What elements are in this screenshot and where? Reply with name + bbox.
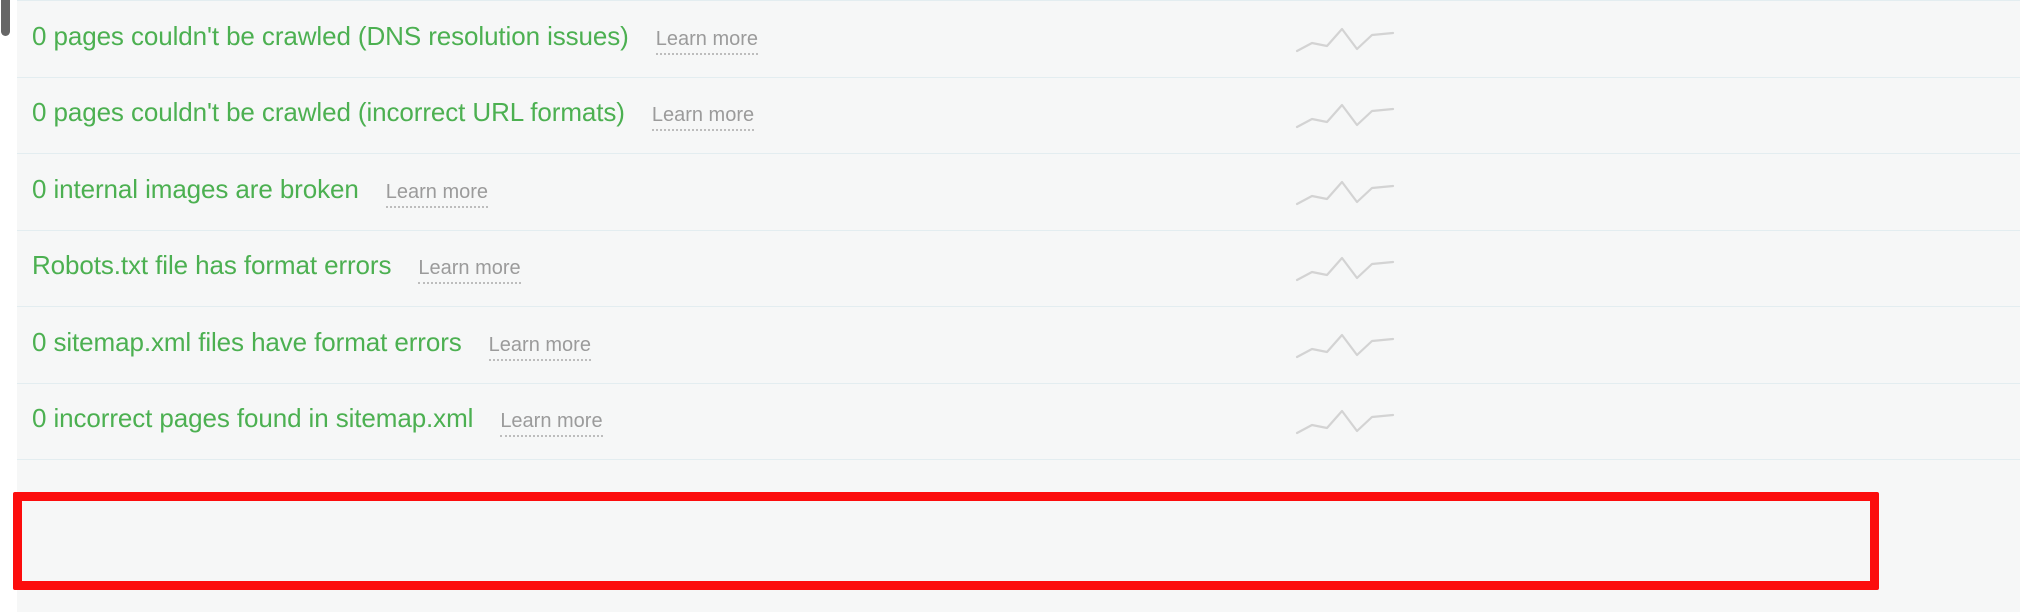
issue-row-content: 0 pages couldn't be crawled (incorrect U…: [17, 97, 755, 132]
trend-sparkline: [1295, 251, 1395, 285]
issue-row-content: 0 sitemap.xml files have format errors L…: [17, 329, 591, 361]
trend-sparkline: [1295, 22, 1395, 56]
vertical-scrollbar-thumb[interactable]: [1, 0, 10, 36]
vertical-scrollbar[interactable]: [0, 0, 11, 612]
issue-row[interactable]: 0 pages couldn't be crawled (incorrect U…: [17, 76, 2020, 153]
learn-more-link[interactable]: Learn more: [385, 182, 489, 208]
learn-more-link[interactable]: Learn more: [488, 335, 591, 361]
issue-row[interactable]: 0 internal images are broken Learn more: [17, 153, 2020, 230]
learn-more-link[interactable]: Learn more: [651, 105, 755, 132]
issue-label: 0 sitemap.xml files have format errors: [32, 326, 462, 357]
trend-sparkline: [1295, 404, 1395, 438]
issue-row[interactable]: 0 sitemap.xml files have format errors L…: [17, 306, 2020, 383]
issue-label: 0 internal images are broken: [32, 173, 359, 204]
issue-label: 0 incorrect pages found in sitemap.xml: [32, 403, 474, 434]
learn-more-link[interactable]: Learn more: [500, 411, 603, 438]
issue-list: 0 pages couldn't be crawled (DNS resolut…: [17, 0, 2020, 612]
issue-row[interactable]: Robots.txt file has format errors Learn …: [17, 229, 2020, 306]
trend-sparkline: [1295, 175, 1395, 209]
trend-sparkline: [1295, 98, 1395, 132]
issue-row-content: 0 pages couldn't be crawled (DNS resolut…: [17, 20, 759, 55]
issue-row-highlighted[interactable]: 0 incorrect pages found in sitemap.xml L…: [17, 382, 2020, 459]
issue-label: Robots.txt file has format errors: [32, 250, 392, 281]
learn-more-link[interactable]: Learn more: [655, 29, 759, 55]
issue-row[interactable]: 0 pages couldn't be crawled (DNS resolut…: [17, 0, 2020, 77]
issues-panel: 0 pages couldn't be crawled (DNS resolut…: [0, 0, 2020, 612]
trend-sparkline: [1295, 328, 1395, 362]
issue-row-content: 0 internal images are broken Learn more: [17, 173, 489, 208]
learn-more-link[interactable]: Learn more: [418, 258, 521, 285]
issue-row-content: Robots.txt file has format errors Learn …: [17, 250, 521, 285]
issue-label: 0 pages couldn't be crawled (incorrect U…: [32, 97, 625, 128]
issue-row-partial[interactable]: [17, 459, 2020, 536]
issue-label: 0 pages couldn't be crawled (DNS resolut…: [32, 20, 629, 51]
issue-row-content: 0 incorrect pages found in sitemap.xml L…: [17, 403, 603, 438]
